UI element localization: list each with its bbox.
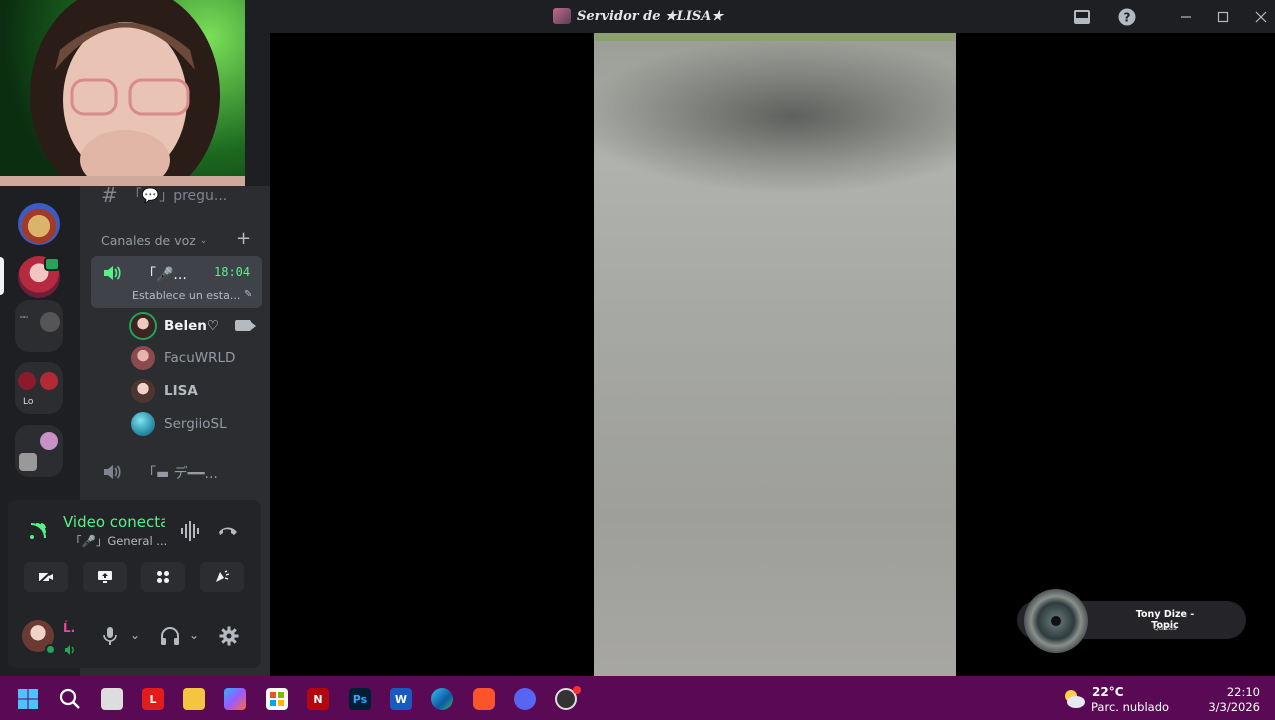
chevron-down-icon[interactable]: ⌄ xyxy=(130,628,140,642)
text-channel[interactable]: # 「💬」pregu... xyxy=(101,183,227,207)
task-view-icon[interactable] xyxy=(101,688,123,710)
voice-connected-title: Video conectado xyxy=(63,513,165,531)
weather-icon[interactable] xyxy=(1061,686,1087,714)
webcam-overlay xyxy=(0,0,245,186)
inbox-icon[interactable] xyxy=(1071,6,1093,28)
hash-icon: # xyxy=(101,183,118,207)
activities-icon xyxy=(157,571,169,583)
album-art-disc xyxy=(1024,589,1088,653)
voice-member[interactable]: LISA xyxy=(131,379,198,403)
notification-badge xyxy=(573,686,581,694)
voice-category[interactable]: Canales de voz ⌄ xyxy=(101,233,207,248)
activities-button[interactable] xyxy=(141,562,185,592)
brave-icon[interactable] xyxy=(473,688,495,710)
voice-status[interactable]: Establece un esta... xyxy=(132,289,240,302)
now-playing-subtitle: Quizas xyxy=(1153,624,1177,632)
video-camera-icon xyxy=(235,320,256,331)
server-icon-1[interactable] xyxy=(18,203,60,245)
folder-mini-icon xyxy=(18,372,36,390)
active-voice-name: 「🎤... xyxy=(142,267,187,283)
edit-icon[interactable]: ✎ xyxy=(244,289,252,300)
svg-text:?: ? xyxy=(1124,11,1131,25)
voice-member[interactable]: SergiioSL xyxy=(131,412,227,436)
close-icon[interactable] xyxy=(1250,6,1272,28)
edge-icon[interactable] xyxy=(431,688,453,710)
netflix-icon[interactable]: N xyxy=(307,688,329,710)
word-icon[interactable]: W xyxy=(390,688,412,710)
soundboard-icon xyxy=(216,570,230,582)
clock-date[interactable]: 3/3/2026 xyxy=(1200,700,1260,714)
clock-time[interactable]: 22:10 xyxy=(1220,685,1260,699)
webcam-person-image xyxy=(0,0,245,186)
text-channel-name: 「💬」pregu... xyxy=(127,188,228,204)
gear-icon[interactable] xyxy=(219,626,239,650)
chevron-down-icon[interactable]: ⌄ xyxy=(189,628,199,642)
copilot-icon[interactable] xyxy=(224,688,246,710)
discord-icon[interactable] xyxy=(514,688,536,710)
user-name-icon: Ĺ. xyxy=(63,621,76,635)
soundboard-button[interactable] xyxy=(200,562,244,592)
chevron-down-icon: ⌄ xyxy=(199,235,208,246)
microphone-icon[interactable] xyxy=(103,626,117,650)
voice-timer: 18:04 xyxy=(214,265,251,279)
speaking-icon xyxy=(64,641,76,660)
l-app-icon[interactable]: L xyxy=(142,688,164,710)
store-icon[interactable] xyxy=(266,688,288,710)
noise-suppression-icon[interactable] xyxy=(180,521,202,545)
speaker-icon xyxy=(102,463,122,481)
voice-member[interactable]: Belen♡ xyxy=(131,314,219,338)
camera-toggle-button[interactable] xyxy=(24,562,68,592)
search-icon[interactable] xyxy=(59,688,81,710)
screen-share-icon xyxy=(98,571,112,583)
folder-label: Lo xyxy=(23,397,34,407)
avatar xyxy=(131,379,155,403)
voice-member[interactable]: FacuWRLD xyxy=(131,346,235,370)
selected-server-pill xyxy=(0,257,4,295)
member-name: Belen♡ xyxy=(164,318,219,334)
voice-channel-2[interactable]: 「▬ デ━━... xyxy=(142,463,218,483)
weather-desc: Parc. nublado xyxy=(1091,700,1170,714)
member-name: SergiioSL xyxy=(164,416,227,432)
weather-temp: 22°C xyxy=(1092,685,1124,699)
headphones-icon[interactable] xyxy=(160,626,180,650)
folder-mini-icon xyxy=(19,453,37,471)
member-name: LISA xyxy=(164,383,198,399)
help-icon[interactable]: ? xyxy=(1116,6,1138,28)
add-channel-icon[interactable]: + xyxy=(236,228,251,249)
screen-share-feed[interactable] xyxy=(594,33,956,676)
voice-connected-channel[interactable]: 「🎤」General ... xyxy=(70,533,167,549)
maximize-icon[interactable] xyxy=(1212,6,1234,28)
folder-mini-icon xyxy=(40,372,58,390)
folder-mini-text: ᵘʷᵘ xyxy=(20,315,28,322)
speaker-icon xyxy=(102,264,122,282)
windows-start-icon[interactable] xyxy=(17,688,39,710)
screen-share-button[interactable] xyxy=(83,562,127,592)
file-explorer-icon[interactable] xyxy=(183,688,205,710)
signal-icon[interactable] xyxy=(28,521,48,545)
member-name: FacuWRLD xyxy=(164,350,236,366)
window-title-text: Servidor de ★LISA★ xyxy=(577,8,724,24)
folder-mini-icon xyxy=(40,312,60,332)
server-icon xyxy=(553,8,571,24)
avatar xyxy=(131,412,155,436)
avatar xyxy=(131,314,155,338)
minimize-icon[interactable] xyxy=(1175,6,1197,28)
window-title: Servidor de ★LISA★ xyxy=(553,8,723,24)
voice-category-label: Canales de voz xyxy=(101,233,196,248)
disconnect-icon[interactable] xyxy=(217,522,239,542)
video-badge-icon xyxy=(44,257,60,271)
camera-off-icon xyxy=(38,570,53,584)
photoshop-icon[interactable]: Ps xyxy=(349,688,371,710)
online-status-icon xyxy=(45,644,56,655)
avatar xyxy=(131,346,155,370)
folder-mini-icon xyxy=(40,432,58,450)
